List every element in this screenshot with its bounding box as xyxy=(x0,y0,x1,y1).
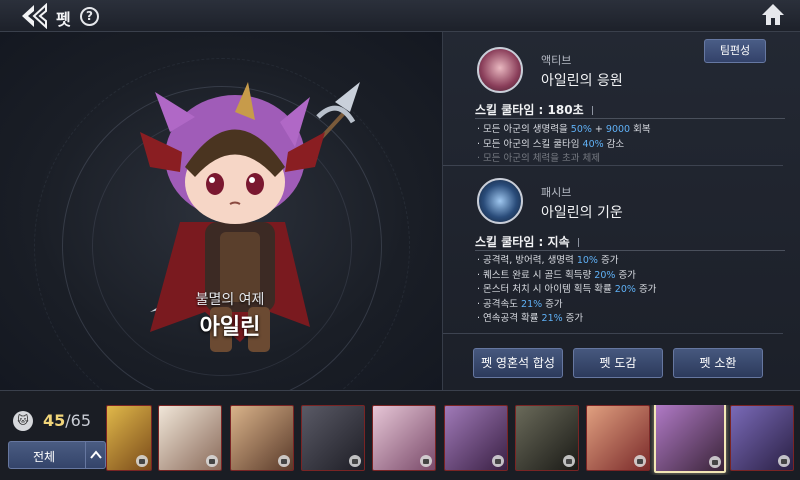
lock-icon xyxy=(206,455,218,467)
effect-line: 공격속도 21% 증가 xyxy=(477,298,787,313)
effect-line: 몬스터 처치 시 아이템 획득 확률 20% 증가 xyxy=(477,283,787,298)
pet-slot[interactable] xyxy=(158,405,222,471)
page-title: 펫 xyxy=(56,10,71,29)
pet-slot[interactable] xyxy=(301,405,365,471)
pet-count-icon: 🐱 xyxy=(13,411,33,431)
lock-icon xyxy=(349,455,361,467)
help-icon[interactable]: ? xyxy=(80,7,99,26)
pet-epithet: 불멸의 여제 xyxy=(195,292,265,308)
back-button[interactable] xyxy=(18,2,50,30)
lock-icon xyxy=(420,455,432,467)
passive-skill-name: 아일린의 기운 xyxy=(541,205,623,221)
pet-slot[interactable] xyxy=(515,405,579,471)
active-skill-effects: 모든 아군의 생명력을 50% + 9000 회복 모든 아군의 스킬 쿨타임 … xyxy=(477,123,787,167)
pet-slot[interactable] xyxy=(230,405,294,471)
active-skill-portrait-icon xyxy=(477,47,523,93)
pet-slot[interactable] xyxy=(372,405,436,471)
effect-line: 공격력, 방어력, 생명력 10% 증가 xyxy=(477,254,787,269)
active-skill-type: 액티브 xyxy=(541,54,572,67)
passive-skill-cooldown: 스킬 쿨타임 : 지속 xyxy=(475,233,785,251)
pet-stage: 불멸의 여제 아일린 xyxy=(0,32,442,390)
cooldown-value: 지속 xyxy=(547,235,570,249)
effect-line: 퀘스트 완료 시 골드 획득량 20% 증가 xyxy=(477,269,787,284)
active-skill-name: 아일린의 응원 xyxy=(541,73,623,89)
cooldown-value: 180초 xyxy=(547,103,584,117)
divider xyxy=(443,333,783,334)
cooldown-label: 스킬 쿨타임 : xyxy=(475,103,544,117)
passive-skill-effects: 공격력, 방어력, 생명력 10% 증가 퀘스트 완료 시 골드 획득량 20%… xyxy=(477,254,787,327)
pet-list xyxy=(106,405,800,475)
pet-slot[interactable] xyxy=(586,405,650,471)
pet-slot[interactable] xyxy=(444,405,508,471)
cooldown-label: 스킬 쿨타임 : xyxy=(475,235,544,249)
passive-skill-type: 패시브 xyxy=(541,186,572,199)
pet-count: 45/65 xyxy=(43,411,91,430)
filter-label: 전체 xyxy=(33,450,56,464)
chevron-up-icon xyxy=(85,442,106,468)
lock-icon xyxy=(709,456,721,468)
top-bar: 펫 ? xyxy=(0,0,800,32)
back-arrow-icon xyxy=(22,2,47,30)
effect-line: 모든 아군의 생명력을 50% + 9000 회복 xyxy=(477,123,787,138)
pet-slot[interactable] xyxy=(106,405,152,471)
pet-count-max: 65 xyxy=(70,411,92,430)
home-icon xyxy=(762,4,784,25)
lock-icon xyxy=(563,455,575,467)
pet-name: 아일린 xyxy=(199,315,261,340)
divider xyxy=(443,165,783,166)
passive-skill-icon xyxy=(477,178,523,224)
lock-icon xyxy=(634,455,646,467)
pet-count-current: 45 xyxy=(43,411,66,430)
skill-panel: 팀편성 액티브 아일린의 응원 스킬 쿨타임 : 180초 모든 아군의 생명력… xyxy=(442,32,800,390)
team-edit-button[interactable]: 팀편성 xyxy=(704,39,766,63)
pet-slot-selected[interactable] xyxy=(654,405,726,473)
pet-list-bar: 🐱 45/65 전체 xyxy=(0,390,800,480)
pet-summon-button[interactable]: 펫 소환 xyxy=(673,348,763,378)
effect-line: 연속공격 확률 21% 증가 xyxy=(477,312,787,327)
lock-icon xyxy=(778,455,790,467)
active-skill-cooldown: 스킬 쿨타임 : 180초 xyxy=(475,101,785,119)
filter-dropdown[interactable]: 전체 xyxy=(8,441,106,469)
soulstone-synthesis-button[interactable]: 펫 영혼석 합성 xyxy=(473,348,563,378)
lock-icon xyxy=(278,455,290,467)
home-button[interactable] xyxy=(760,2,786,28)
lock-icon xyxy=(136,455,148,467)
pet-slot[interactable] xyxy=(730,405,794,471)
effect-line: 모든 아군의 스킬 쿨타임 40% 감소 xyxy=(477,138,787,153)
pet-codex-button[interactable]: 펫 도감 xyxy=(573,348,663,378)
lock-icon xyxy=(492,455,504,467)
